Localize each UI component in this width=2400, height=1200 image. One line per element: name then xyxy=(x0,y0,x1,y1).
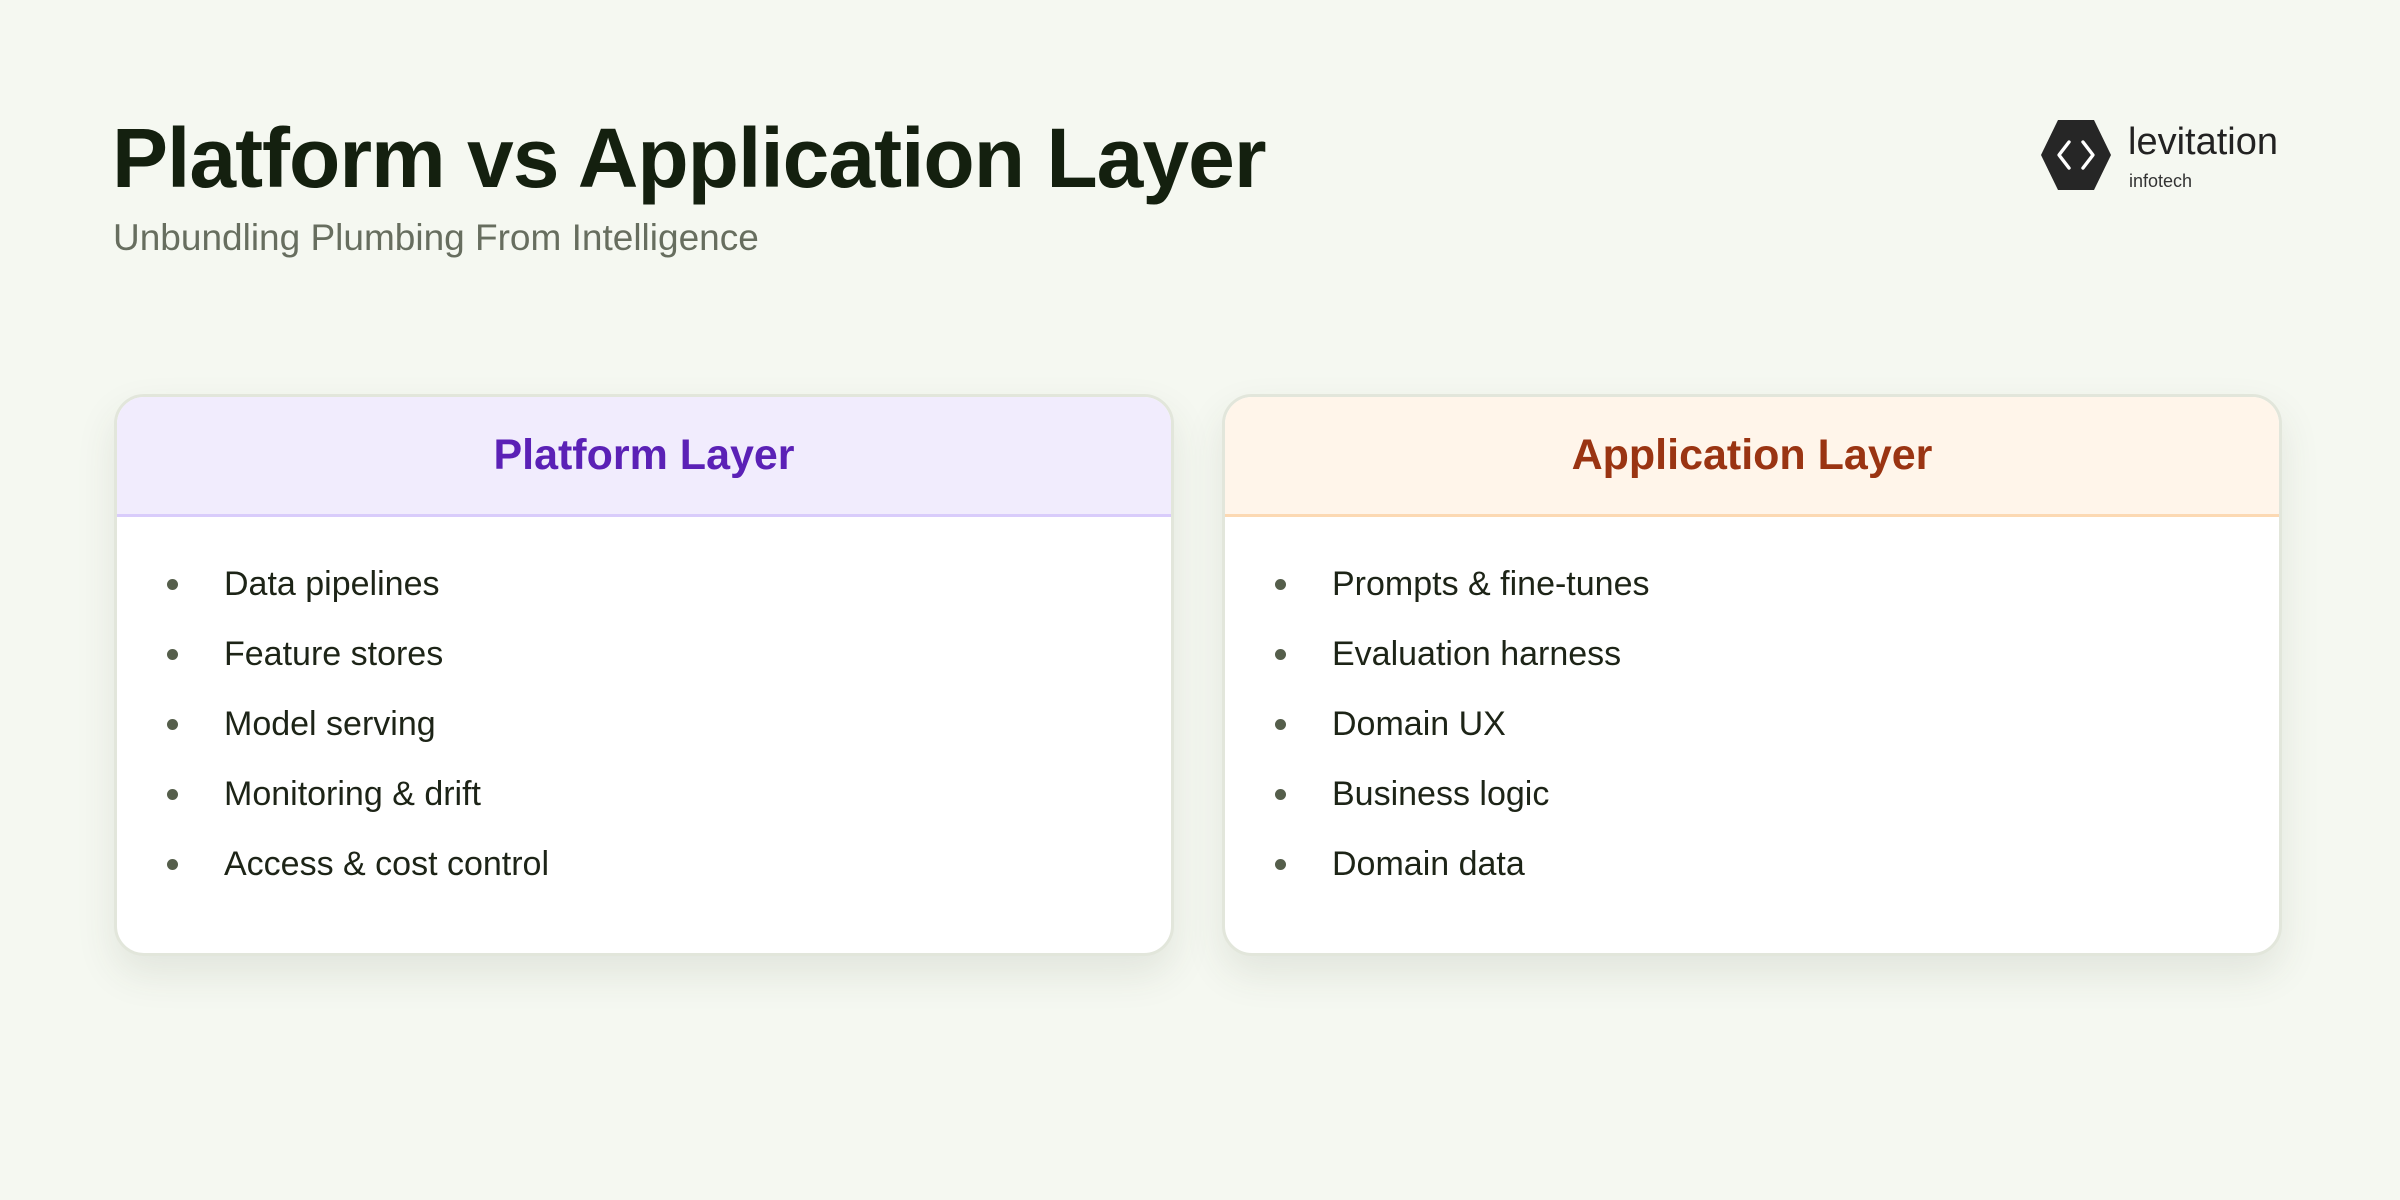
list-item: Model serving xyxy=(117,689,1171,759)
page-subtitle: Unbundling Plumbing From Intelligence xyxy=(113,217,759,258)
bullet-icon xyxy=(167,789,178,800)
bullet-icon xyxy=(1275,719,1286,730)
bullet-icon xyxy=(167,719,178,730)
list-item-label: Model serving xyxy=(224,704,436,743)
hexagon-code-icon xyxy=(2041,120,2111,190)
list-item-label: Data pipelines xyxy=(224,564,440,603)
list-item: Monitoring & drift xyxy=(117,759,1171,829)
list-item-label: Evaluation harness xyxy=(1332,634,1622,673)
slide: Platform vs Application Layer Unbundling… xyxy=(0,0,2400,1200)
list-item-label: Domain data xyxy=(1332,844,1525,883)
list-item: Access & cost control xyxy=(117,829,1171,899)
list-item-label: Business logic xyxy=(1332,774,1550,813)
brand-name: levitation xyxy=(2128,121,2278,163)
brand-logo: levitation infotech xyxy=(2040,116,2300,200)
bullet-icon xyxy=(1275,859,1286,870)
list-item-label: Access & cost control xyxy=(224,844,550,883)
platform-layer-list: Data pipelines Feature stores Model serv… xyxy=(117,517,1171,899)
bullet-icon xyxy=(1275,649,1286,660)
list-item: Prompts & fine-tunes xyxy=(1225,549,2279,619)
list-item: Domain data xyxy=(1225,829,2279,899)
list-item-label: Prompts & fine-tunes xyxy=(1332,564,1650,603)
platform-layer-card: Platform Layer Data pipelines Feature st… xyxy=(114,394,1174,956)
list-item: Domain UX xyxy=(1225,689,2279,759)
bullet-icon xyxy=(167,649,178,660)
bullet-icon xyxy=(167,859,178,870)
brand-subname: infotech xyxy=(2129,171,2193,191)
page-title: Platform vs Application Layer xyxy=(112,111,1267,205)
card-title: Platform Layer xyxy=(117,397,1171,517)
list-item: Data pipelines xyxy=(117,549,1171,619)
list-item-label: Monitoring & drift xyxy=(224,774,481,813)
list-item-label: Feature stores xyxy=(224,634,444,673)
bullet-icon xyxy=(1275,579,1286,590)
list-item-label: Domain UX xyxy=(1332,704,1506,743)
list-item: Feature stores xyxy=(117,619,1171,689)
application-layer-card: Application Layer Prompts & fine-tunes E… xyxy=(1222,394,2282,956)
list-item: Evaluation harness xyxy=(1225,619,2279,689)
list-item: Business logic xyxy=(1225,759,2279,829)
bullet-icon xyxy=(167,579,178,590)
bullet-icon xyxy=(1275,789,1286,800)
card-title: Application Layer xyxy=(1225,397,2279,517)
application-layer-list: Prompts & fine-tunes Evaluation harness … xyxy=(1225,517,2279,899)
